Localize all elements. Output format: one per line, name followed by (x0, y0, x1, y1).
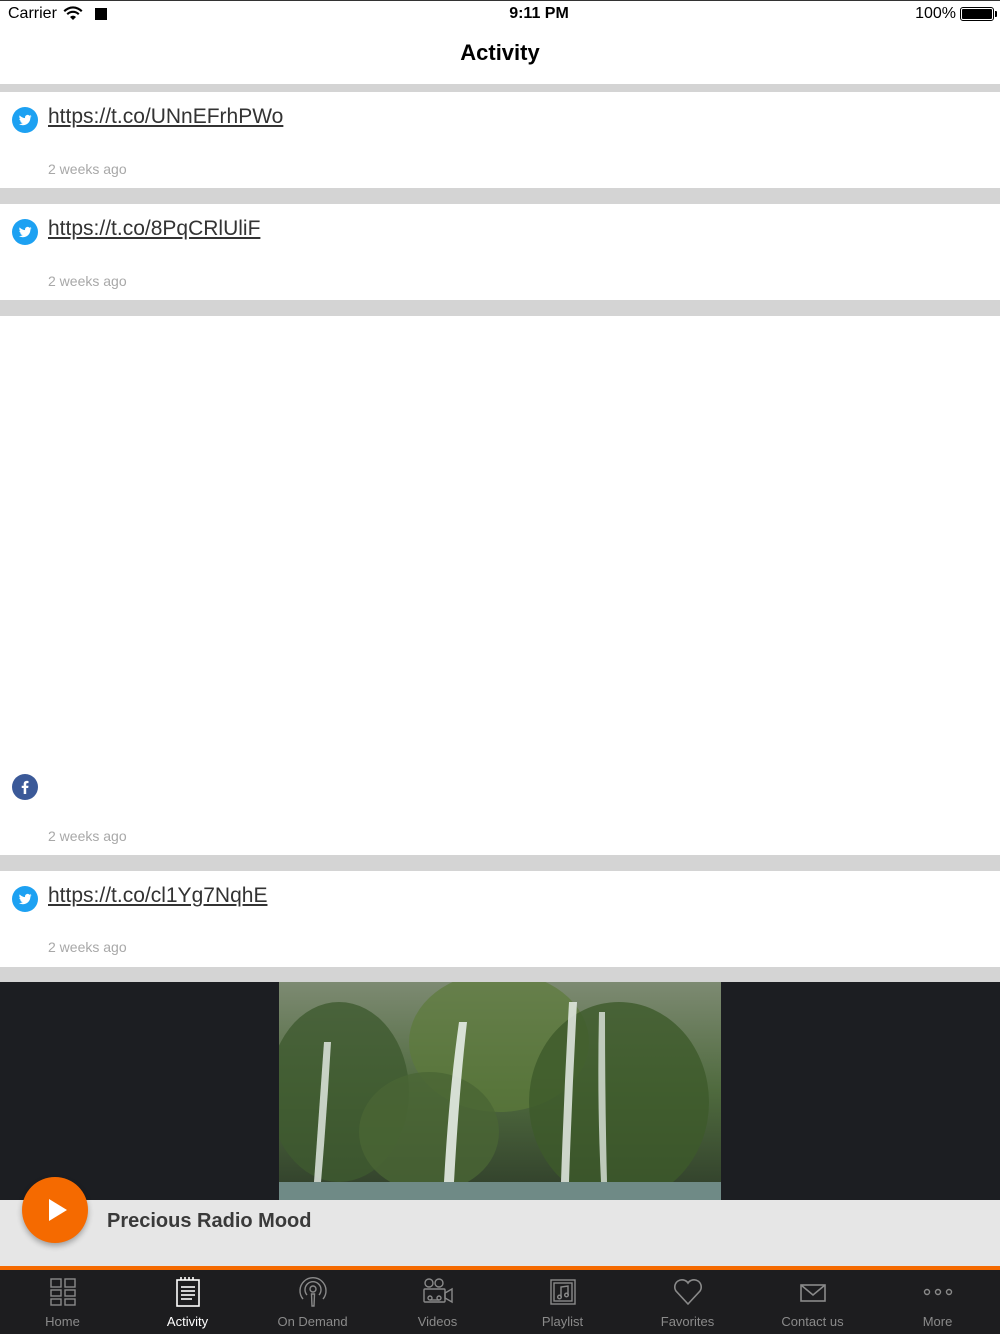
battery-label: 100% (915, 5, 956, 22)
item-timestamp: 2 weeks ago (48, 273, 127, 289)
feed-separator (0, 855, 1000, 871)
tweet-link[interactable]: https://t.co/cl1Yg7NqhE (48, 884, 267, 908)
tweet-link[interactable]: https://t.co/8PqCRlUliF (48, 217, 260, 241)
tab-label: Activity (166, 1314, 209, 1329)
feed-item[interactable]: https://t.co/UNnEFrhPWo 2 weeks ago (0, 92, 1000, 188)
status-time: 9:11 PM (509, 5, 569, 22)
facebook-icon (12, 774, 38, 800)
tab-label: More (922, 1314, 953, 1329)
tab-label: Favorites (660, 1314, 715, 1329)
feed-separator (0, 300, 1000, 316)
feed-item[interactable]: https://t.co/8PqCRlUliF 2 weeks ago (0, 204, 1000, 300)
envelope-icon (799, 1284, 826, 1302)
tab-label: Home (45, 1314, 80, 1329)
tab-label: Videos (417, 1314, 458, 1329)
music-note-icon (549, 1279, 576, 1305)
feed-item[interactable]: 2 weeks ago (0, 316, 1000, 855)
notepad-icon (175, 1277, 200, 1307)
podcast-icon (298, 1276, 327, 1307)
tab-bar: Home Activity On Demand Videos Playlist … (0, 1270, 1000, 1334)
status-bar: Carrier 9:11 PM 100% (0, 0, 1000, 28)
tab-videos[interactable]: Videos (375, 1270, 500, 1334)
grid-icon (49, 1278, 76, 1306)
status-battery: 100% (915, 5, 997, 23)
feed-separator (0, 967, 1000, 982)
waterfall-video-thumbnail[interactable] (279, 982, 721, 1200)
video-player-area[interactable] (0, 982, 1000, 1200)
page-title: Activity (460, 40, 540, 65)
tab-label: Contact us (781, 1314, 844, 1329)
play-button[interactable] (22, 1177, 88, 1243)
tab-activity[interactable]: Activity (125, 1270, 250, 1334)
twitter-icon (12, 886, 38, 912)
item-timestamp: 2 weeks ago (48, 161, 127, 177)
heart-icon (673, 1279, 702, 1306)
twitter-icon (12, 107, 38, 133)
video-camera-icon (422, 1278, 453, 1304)
feed-item[interactable]: https://t.co/cl1Yg7NqhE 2 weeks ago (0, 871, 1000, 967)
item-timestamp: 2 weeks ago (48, 828, 127, 844)
now-playing-title: Precious Radio Mood (107, 1210, 312, 1232)
feed-separator (0, 188, 1000, 204)
tab-label: On Demand (277, 1314, 348, 1329)
battery-icon (960, 7, 997, 21)
tab-favorites[interactable]: Favorites (625, 1270, 750, 1334)
tab-label: Playlist (541, 1314, 584, 1329)
item-timestamp: 2 weeks ago (48, 939, 127, 955)
tab-home[interactable]: Home (0, 1270, 125, 1334)
twitter-icon (12, 219, 38, 245)
tab-playlist[interactable]: Playlist (500, 1270, 625, 1334)
tab-contact-us[interactable]: Contact us (750, 1270, 875, 1334)
play-icon (49, 1199, 67, 1221)
tab-on-demand[interactable]: On Demand (250, 1270, 375, 1334)
tweet-link[interactable]: https://t.co/UNnEFrhPWo (48, 105, 283, 129)
feed-separator (0, 84, 1000, 92)
more-dots-icon (923, 1288, 952, 1296)
tab-more[interactable]: More (875, 1270, 1000, 1334)
